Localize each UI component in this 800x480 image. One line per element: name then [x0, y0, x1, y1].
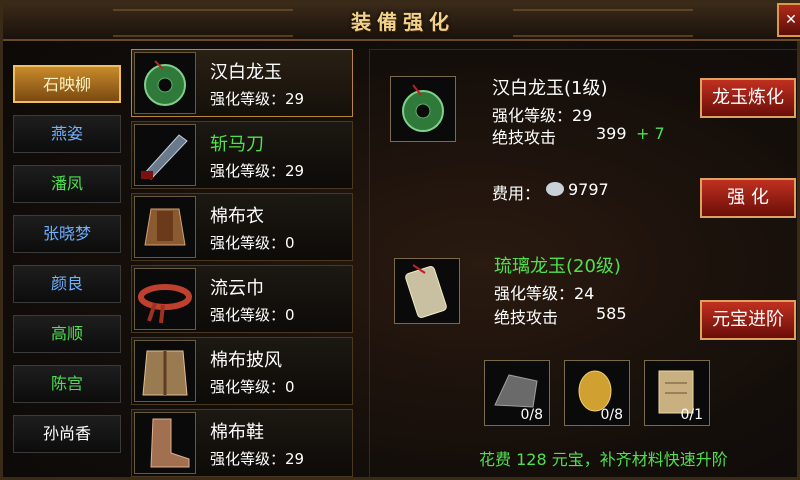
close-button[interactable]: ✕ — [777, 3, 800, 37]
hero-tab[interactable]: 孙尚香 — [13, 415, 121, 453]
jade-tablet-icon — [394, 258, 460, 324]
equipment-item[interactable]: 流云巾 强化等级：0 — [131, 265, 353, 333]
armor-icon — [134, 196, 196, 258]
equipment-name: 斩马刀 — [210, 134, 264, 155]
equipment-item[interactable]: 汉白龙玉 强化等级：29 — [131, 49, 353, 117]
scroll-icon[interactable]: 0/1 — [644, 360, 710, 426]
equipment-item[interactable]: 棉布披风 强化等级：0 — [131, 337, 353, 405]
material-count: 0/8 — [600, 407, 623, 423]
equipment-item[interactable]: 斩马刀 强化等级：29 — [131, 121, 353, 189]
current-attack-label: 绝技攻击 — [492, 128, 557, 147]
blade-icon — [134, 124, 196, 186]
equipment-name: 棉布披风 — [210, 350, 282, 371]
equipment-list: 汉白龙玉 强化等级：29 斩马刀 强化等级：29 棉布衣 强化等级：0 流云巾 … — [127, 47, 355, 479]
hero-tab[interactable]: 陈宫 — [13, 365, 121, 403]
refine-button[interactable]: 龙玉炼化 — [700, 78, 796, 118]
next-attack-label: 绝技攻击 — [494, 308, 559, 327]
material-count: 0/1 — [680, 407, 703, 423]
equipment-name: 棉布鞋 — [210, 422, 264, 443]
equipment-name: 汉白龙玉 — [210, 62, 282, 83]
next-attack-value: 585 — [596, 304, 627, 323]
equipment-item[interactable]: 棉布鞋 强化等级：29 — [131, 409, 353, 477]
cost-value: 9797 — [568, 180, 609, 199]
silver-ingot-icon — [546, 182, 564, 196]
material-count: 0/8 — [520, 407, 543, 423]
hero-tab[interactable]: 石映柳 — [13, 65, 121, 103]
equipment-item[interactable]: 棉布衣 强化等级：0 — [131, 193, 353, 261]
jade-pendant-icon — [134, 52, 196, 114]
upgrade-button[interactable]: 元宝进阶 — [700, 300, 796, 340]
jade-pendant-icon — [390, 76, 456, 142]
current-attack-value: 399 — [596, 124, 627, 143]
title-ornament-right — [513, 9, 693, 37]
equipment-level: 强化等级：29 — [210, 450, 305, 468]
current-attack-bonus: + 7 — [636, 124, 665, 143]
hero-list: 石映柳 燕姿 潘凤 张晓梦 颜良 高顺 陈宫 孙尚香 — [7, 49, 125, 479]
boots-icon — [134, 412, 196, 474]
equipment-level: 强化等级：29 — [210, 162, 305, 180]
hero-tab[interactable]: 高顺 — [13, 315, 121, 353]
next-item-name: 琉璃龙玉(20级) — [494, 256, 621, 277]
gold-stone-icon[interactable]: 0/8 — [564, 360, 630, 426]
ore-icon[interactable]: 0/8 — [484, 360, 550, 426]
cost-label: 费用： — [492, 184, 541, 203]
enhance-button[interactable]: 强 化 — [700, 178, 796, 218]
equipment-name: 棉布衣 — [210, 206, 264, 227]
title-ornament-left — [113, 9, 293, 37]
headband-icon — [134, 268, 196, 330]
hero-tab[interactable]: 张晓梦 — [13, 215, 121, 253]
window-frame: 装備强化 ✕ 石映柳 燕姿 潘凤 张晓梦 颜良 高顺 陈宫 孙尚香 汉白龙玉 强… — [0, 0, 800, 480]
next-item-level: 强化等级：24 — [494, 284, 595, 303]
hero-tab[interactable]: 燕姿 — [13, 115, 121, 153]
hero-tab[interactable]: 颜良 — [13, 265, 121, 303]
equipment-level: 强化等级：0 — [210, 306, 295, 324]
hero-tab[interactable]: 潘凤 — [13, 165, 121, 203]
equipment-level: 强化等级：0 — [210, 378, 295, 396]
current-item-name: 汉白龙玉(1级) — [492, 78, 608, 99]
equipment-level: 强化等级：0 — [210, 234, 295, 252]
current-item-level: 强化等级：29 — [492, 106, 593, 125]
window-title: 装備强化 — [351, 10, 455, 34]
footer-tip: 花费 128 元宝，补齐材料快速升阶 — [479, 450, 728, 469]
detail-panel: 汉白龙玉(1级) 强化等级：29 绝技攻击 399 + 7 费用： 9797 琉… — [369, 49, 799, 479]
equipment-name: 流云巾 — [210, 278, 264, 299]
title-bar: 装備强化 ✕ — [3, 3, 800, 41]
equipment-level: 强化等级：29 — [210, 90, 305, 108]
cloak-icon — [134, 340, 196, 402]
